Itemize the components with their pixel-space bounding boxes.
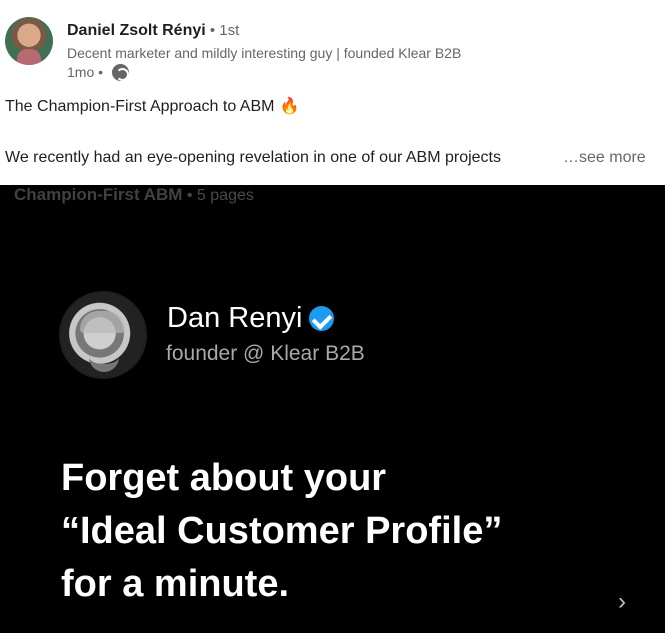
document-title: Champion-First ABM • 5 pages bbox=[14, 185, 254, 207]
globe-icon bbox=[112, 63, 130, 81]
post-meta: 1mo • bbox=[67, 62, 130, 82]
verified-check-icon bbox=[309, 305, 335, 331]
quote-line-2: “Ideal Customer Profile” bbox=[61, 510, 503, 552]
slide-author-name: Dan Renyi bbox=[167, 300, 335, 336]
author-line: Daniel Zsolt Rényi • 1st bbox=[67, 20, 239, 42]
author-name[interactable]: Daniel Zsolt Rényi bbox=[67, 22, 206, 39]
author-avatar[interactable] bbox=[5, 17, 53, 65]
document-name: Champion-First ABM bbox=[14, 185, 183, 204]
post-time: 1mo • bbox=[67, 64, 104, 80]
chevron-right-icon[interactable]: › bbox=[618, 590, 634, 614]
author-headline: Decent marketer and mildly interesting g… bbox=[67, 45, 462, 61]
document-page-count: 5 pages bbox=[196, 187, 254, 204]
post-body-preview: We recently had an eye-opening revelatio… bbox=[5, 149, 501, 166]
quote-line-1: Forget about your bbox=[61, 457, 387, 499]
connection-degree: • 1st bbox=[205, 22, 240, 39]
post-header: Daniel Zsolt Rényi • 1st Decent marketer… bbox=[0, 0, 665, 185]
slide-quote: Forget about your “Ideal Customer Profil… bbox=[61, 452, 581, 611]
document-carousel[interactable]: Champion-First ABM • 5 pages Dan Renyi f… bbox=[0, 185, 665, 633]
slide-author-role: founder @ Klear B2B bbox=[166, 342, 365, 365]
slide-author-avatar bbox=[59, 291, 147, 379]
slide-author-name-text: Dan Renyi bbox=[167, 302, 303, 334]
document-separator: • bbox=[182, 187, 197, 204]
post-title: The Champion-First Approach to ABM 🔥 bbox=[5, 96, 299, 118]
fire-icon: 🔥 bbox=[279, 98, 300, 115]
post-title-text: The Champion-First Approach to ABM bbox=[5, 98, 275, 115]
see-more-link[interactable]: …see more bbox=[563, 147, 646, 169]
quote-line-3: for a minute. bbox=[61, 563, 290, 605]
